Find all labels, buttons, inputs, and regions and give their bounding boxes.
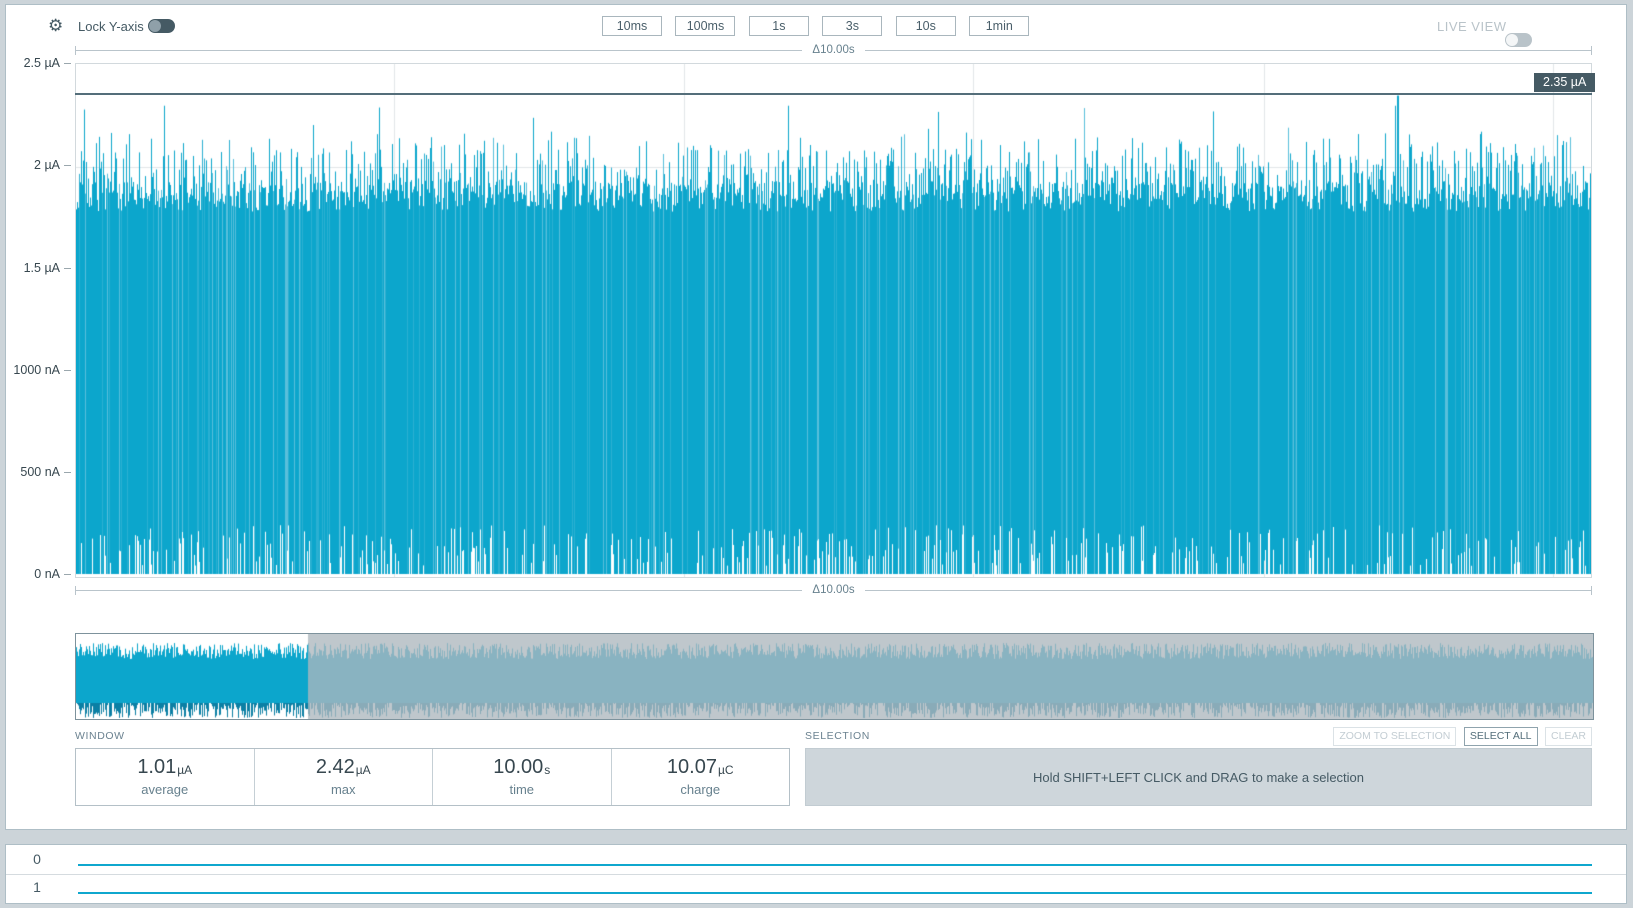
time-button-3s[interactable]: 3s [822,16,882,36]
digital-channel-1-label: 1 [24,879,50,895]
time-button-10s[interactable]: 10s [896,16,956,36]
stat-average-label: average [76,782,254,797]
selection-hint-panel: Hold SHIFT+LEFT CLICK and DRAG to make a… [805,748,1592,806]
delta-line [865,50,1591,51]
stat-max-unit: µA [356,763,371,777]
stat-charge-value: 10.07 [667,756,717,778]
stat-max-label: max [255,782,433,797]
delta-label-bottom: Δ10.00s [802,584,864,596]
stat-average: 1.01µA average [76,749,255,805]
delta-end-tick [1591,586,1592,595]
settings-gear-icon[interactable]: ⚙ [48,17,63,34]
time-button-100ms[interactable]: 100ms [675,16,735,36]
selection-hint-text: Hold SHIFT+LEFT CLICK and DRAG to make a… [1033,770,1364,785]
stat-time-value: 10.00 [493,756,543,778]
digital-channel-0-label: 0 [24,851,50,867]
live-view-label: LIVE VIEW [1437,19,1507,34]
digital-channel-0-trace[interactable] [78,864,1592,866]
y-tick-mark [64,472,71,473]
time-range-buttons: 10ms 100ms 1s 3s 10s 1min [602,16,1038,36]
delta-line [76,50,802,51]
max-marker-line [75,93,1592,95]
minimap-canvas[interactable] [76,634,1593,719]
y-tick-mark [64,63,71,64]
time-button-1min[interactable]: 1min [969,16,1029,36]
y-tick-mark [64,370,71,371]
stat-average-value: 1.01 [137,756,176,778]
stat-max-value: 2.42 [316,756,355,778]
y-tick-2p5uA: 2.5 µA [2,56,60,70]
y-tick-1000nA: 1000 nA [2,363,60,377]
lock-y-axis-toggle[interactable] [148,19,175,33]
y-tick-mark [64,574,71,575]
toggle-knob [149,20,161,32]
stat-charge-label: charge [612,782,790,797]
stat-average-unit: µA [177,763,192,777]
window-section-label: WINDOW [75,730,125,742]
time-span-indicator-bottom: Δ10.00s [75,583,1592,597]
time-span-indicator-top: Δ10.00s [75,43,1592,57]
time-button-10ms[interactable]: 10ms [602,16,662,36]
y-tick-0nA: 0 nA [2,567,60,581]
zoom-to-selection-button[interactable]: ZOOM TO SELECTION [1333,727,1456,746]
current-chart-area[interactable] [75,63,1592,578]
stat-time-label: time [433,782,611,797]
lock-y-axis-label: Lock Y-axis [78,19,144,34]
stat-max: 2.42µA max [255,749,434,805]
time-button-1s[interactable]: 1s [749,16,809,36]
current-trace-canvas[interactable] [76,64,1591,577]
stat-time-unit: s [544,763,550,777]
delta-label-top: Δ10.00s [802,44,864,56]
selection-buttons: ZOOM TO SELECTION SELECT ALL CLEAR [805,726,1592,746]
window-stats-box: 1.01µA average 2.42µA max 10.00s time 10… [75,748,790,806]
digital-channel-1-trace[interactable] [78,892,1592,894]
delta-line [865,590,1591,591]
stat-time: 10.00s time [433,749,612,805]
clear-selection-button[interactable]: CLEAR [1545,727,1592,746]
y-tick-2uA: 2 µA [2,158,60,172]
minimap-overview[interactable] [75,633,1594,720]
delta-end-tick [1591,46,1592,55]
delta-line [76,590,802,591]
select-all-button[interactable]: SELECT ALL [1464,727,1538,746]
max-marker-label: 2.35 µA [1534,73,1595,92]
y-tick-500nA: 500 nA [2,465,60,479]
digital-row-separator [6,874,1626,875]
y-tick-1p5uA: 1.5 µA [2,261,60,275]
y-tick-mark [64,165,71,166]
stat-charge: 10.07µC charge [612,749,790,805]
y-tick-mark [64,268,71,269]
stat-charge-unit: µC [718,763,734,777]
